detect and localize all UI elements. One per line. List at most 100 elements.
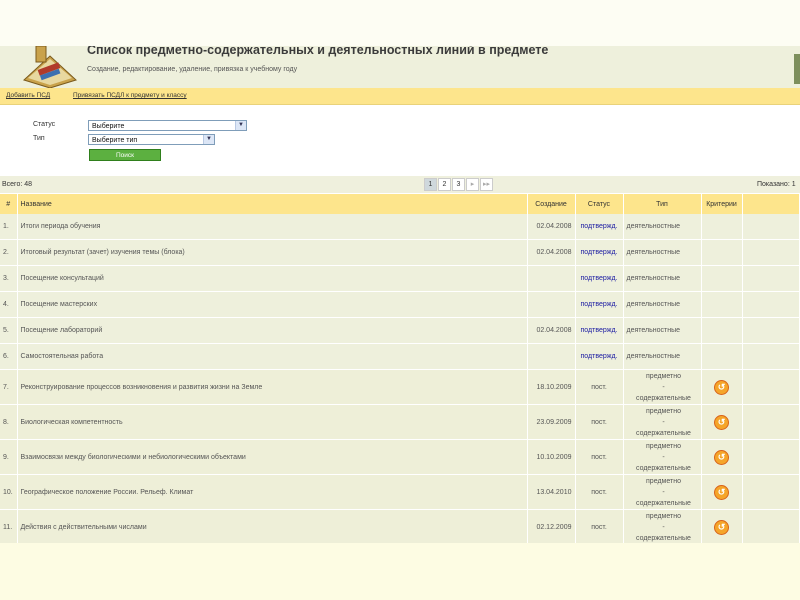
row-status[interactable]: подтвержд. — [575, 343, 624, 370]
table-row[interactable]: 3. Посещение консультаций подтвержд. дея… — [0, 265, 800, 292]
row-status: пост. — [575, 509, 624, 543]
type-select[interactable]: Выберите тип ▼ — [88, 134, 215, 145]
criteria-icon[interactable]: ↺ — [714, 379, 729, 395]
page-subtitle: Создание, редактирование, удаление, прив… — [87, 66, 298, 73]
row-criteria: ↺ — [701, 509, 743, 543]
row-name[interactable]: Итоговый результат (зачет) изучения темы… — [17, 239, 528, 266]
row-type: деятельностные — [623, 265, 702, 292]
row-name[interactable]: Взаимосвязи между биологическими и небио… — [17, 439, 528, 475]
criteria-icon[interactable]: ↺ — [714, 484, 729, 500]
table-row[interactable]: 2. Итоговый результат (зачет) изучения т… — [0, 239, 800, 266]
table-row[interactable]: 11. Действия с действительными числами 0… — [0, 509, 800, 543]
row-name[interactable]: Реконструирование процессов возникновени… — [17, 369, 528, 405]
row-number: 10. — [0, 474, 18, 510]
table-row[interactable]: 4. Посещение мастерских подтвержд. деяте… — [0, 291, 800, 318]
page-3-button[interactable]: 3 — [452, 178, 465, 191]
status-filter-label: Статус — [33, 121, 56, 128]
col-name-header[interactable]: Название — [17, 194, 528, 214]
pagination: 1 2 3 ▸ ▸▸ — [424, 178, 494, 191]
table-row[interactable]: 8. Биологическая компетентность 23.09.20… — [0, 404, 800, 440]
row-number: 2. — [0, 239, 18, 266]
row-number: 4. — [0, 291, 18, 318]
row-name[interactable]: Итоги периода обучения — [17, 214, 528, 240]
row-status[interactable]: подтвержд. — [575, 265, 624, 292]
col-status-header[interactable]: Статус — [575, 194, 624, 214]
row-created: 10.10.2009 — [527, 439, 576, 475]
row-created: 18.10.2009 — [527, 369, 576, 405]
row-status[interactable]: подтвержд. — [575, 291, 624, 318]
row-status: пост. — [575, 369, 624, 405]
col-extra-header — [742, 194, 800, 214]
row-created — [527, 291, 576, 318]
status-select[interactable]: Выберите ▼ — [88, 120, 247, 131]
table-row[interactable]: 7. Реконструирование процессов возникнов… — [0, 369, 800, 405]
row-number: 9. — [0, 439, 18, 475]
row-type: предметно - содержательные — [623, 474, 702, 510]
last-page-icon[interactable]: ▸▸ — [480, 178, 493, 191]
col-created-header[interactable]: Создание — [527, 194, 576, 214]
criteria-icon[interactable]: ↺ — [714, 519, 729, 535]
row-type: предметно - содержательные — [623, 369, 702, 405]
books-logo-icon — [23, 46, 77, 88]
row-criteria: ↺ — [701, 474, 743, 510]
row-created: 02.04.2008 — [527, 317, 576, 344]
add-psd-link[interactable]: Добавить ПСД — [6, 92, 50, 99]
row-created: 02.04.2008 — [527, 214, 576, 240]
type-line: предметно — [646, 442, 681, 450]
page-1-button[interactable]: 1 — [424, 178, 437, 191]
row-name[interactable]: Посещение лабораторий — [17, 317, 528, 344]
chevron-down-icon[interactable]: ▼ — [235, 121, 246, 130]
row-type: деятельностные — [623, 214, 702, 240]
app-frame: Список предметно-содержательных и деятел… — [0, 46, 800, 543]
table-row[interactable]: 1. Итоги периода обучения 02.04.2008 под… — [0, 214, 800, 240]
row-number: 8. — [0, 404, 18, 440]
action-toolbar: Добавить ПСД Привязать ПСДЛ к предмету и… — [0, 88, 800, 105]
type-line: предметно — [646, 372, 681, 380]
col-type-header[interactable]: Тип — [623, 194, 702, 214]
row-status[interactable]: подтвержд. — [575, 239, 624, 266]
type-line: - — [662, 523, 665, 531]
psd-table: # Название Создание Статус Тип Критерии … — [0, 194, 800, 543]
table-row[interactable]: 6. Самостоятельная работа подтвержд. дея… — [0, 343, 800, 370]
row-status: пост. — [575, 404, 624, 440]
table-row[interactable]: 5. Посещение лабораторий 02.04.2008 подт… — [0, 317, 800, 344]
row-type: деятельностные — [623, 343, 702, 370]
row-name[interactable]: Биологическая компетентность — [17, 404, 528, 440]
row-name[interactable]: Самостоятельная работа — [17, 343, 528, 370]
row-name[interactable]: Посещение мастерских — [17, 291, 528, 318]
search-button[interactable]: Поиск — [89, 149, 161, 161]
row-name[interactable]: Действия с действительными числами — [17, 509, 528, 543]
row-type: предметно - содержательные — [623, 439, 702, 475]
row-status[interactable]: подтвержд. — [575, 214, 624, 240]
row-type: предметно - содержательные — [623, 404, 702, 440]
page-title: Список предметно-содержательных и деятел… — [87, 46, 549, 57]
row-criteria — [701, 343, 743, 370]
type-line: предметно — [646, 407, 681, 415]
type-line: содержательные — [636, 499, 691, 507]
row-criteria: ↺ — [701, 369, 743, 405]
row-status[interactable]: подтвержд. — [575, 317, 624, 344]
chevron-down-icon[interactable]: ▼ — [203, 135, 214, 144]
row-created — [527, 265, 576, 292]
row-criteria: ↺ — [701, 404, 743, 440]
row-name[interactable]: Географическое положение России. Рельеф.… — [17, 474, 528, 510]
top-margin — [0, 0, 800, 46]
table-row[interactable]: 10. Географическое положение России. Рел… — [0, 474, 800, 510]
page-2-button[interactable]: 2 — [438, 178, 451, 191]
type-line: - — [662, 453, 665, 461]
row-name[interactable]: Посещение консультаций — [17, 265, 528, 292]
row-criteria — [701, 239, 743, 266]
type-line: содержательные — [636, 394, 691, 402]
row-created: 13.04.2010 — [527, 474, 576, 510]
bind-psdl-link[interactable]: Привязать ПСДЛ к предмету и классу — [73, 92, 187, 99]
type-line: предметно — [646, 477, 681, 485]
next-page-icon[interactable]: ▸ — [466, 178, 479, 191]
table-row[interactable]: 9. Взаимосвязи между биологическими и не… — [0, 439, 800, 475]
criteria-icon[interactable]: ↺ — [714, 414, 729, 430]
row-type: предметно - содержательные — [623, 509, 702, 543]
row-number: 1. — [0, 214, 18, 240]
type-filter-label: Тип — [33, 135, 45, 142]
col-criteria-header: Критерии — [701, 194, 743, 214]
status-select-value: Выберите — [92, 123, 125, 130]
criteria-icon[interactable]: ↺ — [714, 449, 729, 465]
